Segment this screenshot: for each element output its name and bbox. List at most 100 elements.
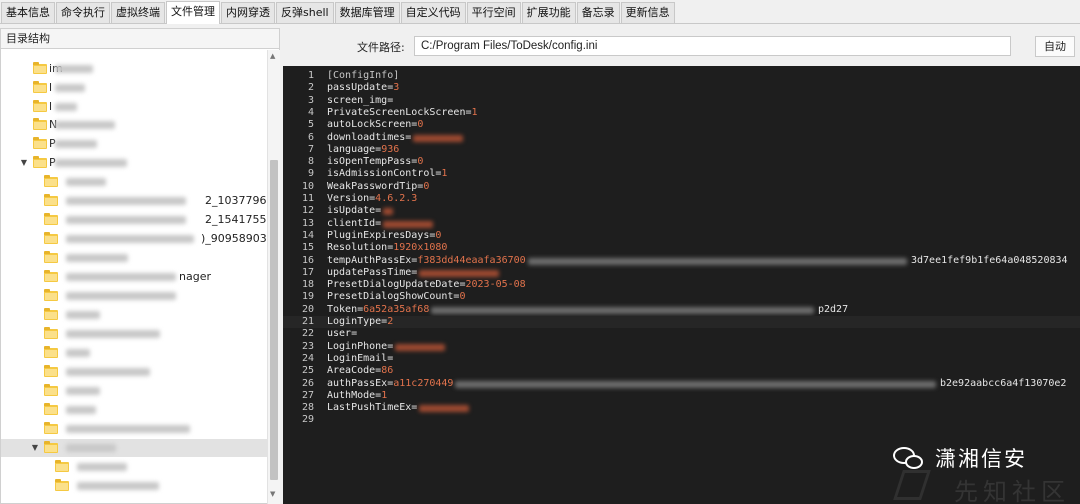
folder-icon xyxy=(44,289,58,301)
line-number: 9 xyxy=(307,168,314,180)
config-key: Token= xyxy=(327,303,364,315)
code-text: PrivateScreenLockScreen=1 xyxy=(327,107,478,119)
tree-folder-item[interactable] xyxy=(1,306,267,324)
code-text: language=936 xyxy=(327,144,399,156)
tree-folder-item[interactable] xyxy=(1,458,267,476)
scroll-up-icon[interactable]: ▲ xyxy=(270,52,275,60)
redacted-value xyxy=(527,257,907,265)
tab-3[interactable]: 文件管理 xyxy=(166,1,220,24)
line-number: 4 xyxy=(307,106,314,118)
code-text: screen_img= xyxy=(327,95,393,107)
redacted-value xyxy=(383,220,434,228)
redacted-name xyxy=(66,292,176,300)
line-number: 5 xyxy=(307,119,314,131)
code-line: 10 WeakPasswordTip=0 xyxy=(283,181,1080,193)
directory-scrollbar[interactable]: ▲ ▼ xyxy=(267,50,280,504)
code-line: 19 PresetDialogShowCount=0 xyxy=(283,291,1080,303)
auto-button[interactable]: 自动 xyxy=(1035,36,1075,57)
redacted-name xyxy=(55,103,77,111)
tree-folder-item[interactable] xyxy=(1,420,267,438)
scroll-down-icon[interactable]: ▼ xyxy=(270,490,275,498)
wechat-icon xyxy=(893,445,925,471)
tab-2[interactable]: 虚拟终端 xyxy=(111,2,165,23)
config-value: 0 xyxy=(417,156,424,168)
redacted-value xyxy=(455,380,936,388)
tree-folder-item[interactable]: 2_1037796246 xyxy=(1,192,267,210)
tree-item-suffix: nager xyxy=(179,270,211,283)
tree-folder-item[interactable]: ▼ P xyxy=(1,154,267,172)
config-key: isOpenTempPass= xyxy=(327,156,418,168)
redacted-name xyxy=(55,159,127,167)
folder-icon xyxy=(33,81,47,93)
tree-item-label: l xyxy=(49,100,53,113)
redacted-name xyxy=(55,84,85,92)
tree-folder-item[interactable] xyxy=(1,173,267,191)
scrollbar-thumb[interactable] xyxy=(270,160,278,480)
tree-folder-item[interactable] xyxy=(1,401,267,419)
tree-folder-item[interactable] xyxy=(1,477,267,495)
tree-folder-item[interactable] xyxy=(1,382,267,400)
tree-folder-item[interactable] xyxy=(1,344,267,362)
tab-1[interactable]: 命令执行 xyxy=(56,2,110,23)
line-number: 2 xyxy=(307,82,314,94)
code-text: LoginEmail= xyxy=(327,353,393,365)
config-key: LastPushTimeEx= xyxy=(327,402,418,414)
redacted-name xyxy=(66,330,160,338)
tree-folder-item[interactable]: l xyxy=(1,79,267,97)
config-value-tail: 3d7ee1fef9b1fe64a048520834 xyxy=(911,254,1068,266)
tab-8[interactable]: 平行空间 xyxy=(466,2,521,23)
code-line: 9 isAdmissionControl=1 xyxy=(283,168,1080,180)
expand-arrow-icon[interactable]: ▼ xyxy=(30,439,40,457)
tree-folder-item[interactable]: ▼ xyxy=(1,439,267,457)
tree-folder-item[interactable]: P xyxy=(1,135,267,153)
config-value: 0 xyxy=(459,291,466,303)
code-text: isAdmissionControl=1 xyxy=(327,168,447,180)
folder-icon xyxy=(44,232,58,244)
tab-6[interactable]: 数据库管理 xyxy=(334,2,400,23)
line-number: 17 xyxy=(301,266,314,278)
tab-10[interactable]: 备忘录 xyxy=(576,2,620,23)
file-editor-panel: 文件路径: C:/Program Files/ToDesk/config.ini… xyxy=(283,28,1080,504)
tab-0[interactable]: 基本信息 xyxy=(1,2,55,23)
tree-folder-item[interactable]: 2_1541755927 xyxy=(1,211,267,229)
tree-folder-item[interactable]: nager xyxy=(1,268,267,286)
folder-icon xyxy=(44,422,58,434)
code-text: PresetDialogShowCount=0 xyxy=(327,291,465,303)
line-number: 19 xyxy=(301,291,314,303)
config-key: LoginType= xyxy=(327,316,388,327)
tree-folder-item[interactable]: )_909589032 xyxy=(1,230,267,248)
config-key: Version= xyxy=(327,193,376,204)
tree-folder-item[interactable] xyxy=(1,325,267,343)
code-line: 1 [ConfigInfo] xyxy=(283,70,1080,82)
config-value: 1 xyxy=(471,106,478,118)
line-number: 27 xyxy=(301,389,314,401)
tree-folder-item[interactable]: im xyxy=(1,60,267,78)
watermark-secondary: 先知社区 xyxy=(954,478,1070,504)
code-text: isUpdate= xyxy=(327,205,381,217)
tree-folder-item[interactable] xyxy=(1,287,267,305)
folder-icon xyxy=(44,270,58,282)
code-line: 28 LastPushTimeEx= xyxy=(283,402,1080,414)
expand-arrow-icon[interactable]: ▼ xyxy=(19,154,29,172)
tab-4[interactable]: 内网穿透 xyxy=(221,2,275,23)
line-number: 23 xyxy=(301,340,314,352)
file-path-input[interactable]: C:/Program Files/ToDesk/config.ini xyxy=(414,36,1011,56)
tree-folder-item[interactable] xyxy=(1,249,267,267)
code-text: downloadtimes= xyxy=(327,132,411,144)
tab-bar: 基本信息 命令执行 虚拟终端 文件管理 内网穿透 反弹shell 数据库管理 自定义代码 平行空… xyxy=(0,0,1080,24)
tab-11[interactable]: 更新信息 xyxy=(620,2,675,23)
redacted-name xyxy=(66,425,190,433)
tree-folder-item[interactable] xyxy=(1,363,267,381)
tree-folder-item[interactable]: N xyxy=(1,116,267,134)
folder-icon xyxy=(44,441,58,453)
code-line: 7 language=936 xyxy=(283,144,1080,156)
tab-7[interactable]: 自定义代码 xyxy=(400,2,466,23)
config-key: authPassEx= xyxy=(327,377,394,389)
tab-5[interactable]: 反弹shell xyxy=(276,2,334,23)
tree-folder-item[interactable]: l xyxy=(1,98,267,116)
line-number: 13 xyxy=(301,217,314,229)
redacted-name xyxy=(77,463,127,471)
config-key: updatePassTime= xyxy=(327,266,418,278)
tab-9[interactable]: 扩展功能 xyxy=(521,2,576,23)
redacted-name xyxy=(66,235,194,243)
